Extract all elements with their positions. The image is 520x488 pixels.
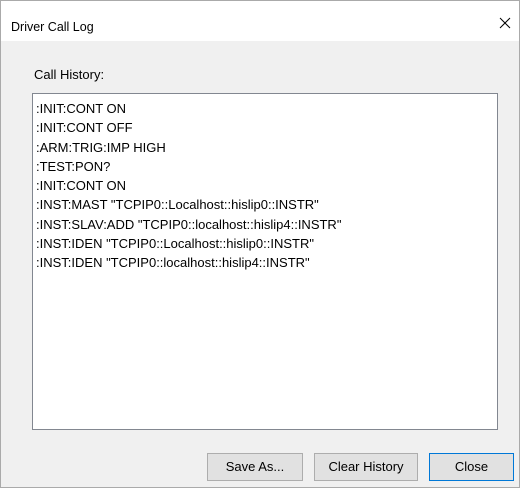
driver-call-log-dialog: Driver Call Log Call History: :INIT:CONT… xyxy=(0,0,520,488)
history-line: :ARM:TRIG:IMP HIGH xyxy=(36,139,166,155)
save-as-button[interactable]: Save As... xyxy=(207,453,303,481)
call-history-textbox[interactable]: :INIT:CONT ON :INIT:CONT OFF :ARM:TRIG:IMP… xyxy=(32,93,498,430)
window-title: Driver Call Log xyxy=(11,20,94,34)
call-history-content: :INIT:CONT ON :INIT:CONT OFF :ARM:TRIG:IMP… xyxy=(33,94,497,273)
history-line: :INIT:CONT ON xyxy=(36,101,127,116)
history-line: :INIT:CONT OFF xyxy=(36,120,133,136)
clear-history-button[interactable]: Clear History xyxy=(314,453,418,481)
title-bar[interactable]: Driver Call Log xyxy=(1,1,519,41)
history-line: :INST:MAST "TCPIP0::Localhost::hislip0::… xyxy=(36,197,319,213)
history-line: :INST:IDEN "TCPIP0::localhost::hislip4::… xyxy=(36,255,310,271)
history-line: :INST:SLAV:ADD "TCPIP0::localhost::hisli… xyxy=(36,216,342,232)
close-button[interactable]: Close xyxy=(429,453,514,481)
history-line: :INST:IDEN "TCPIP0::Localhost::hislip0::… xyxy=(36,236,314,252)
close-icon[interactable] xyxy=(491,9,519,37)
call-history-label: Call History: xyxy=(34,67,105,82)
history-line: :INIT:CONT ON xyxy=(36,178,127,194)
history-line: :TEST:PON? xyxy=(36,158,111,174)
